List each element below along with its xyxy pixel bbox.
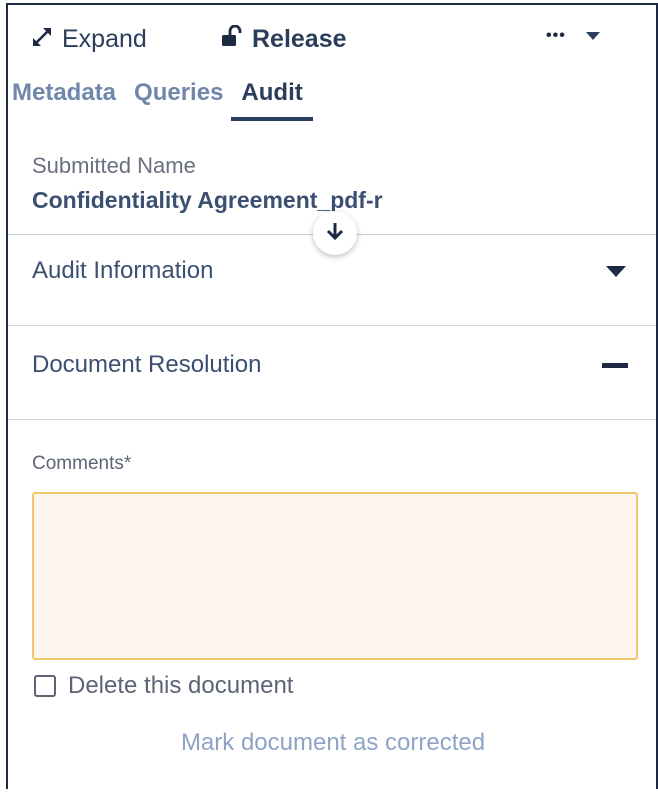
release-button[interactable]: Release: [220, 24, 347, 54]
section-title: Document Resolution: [32, 351, 262, 378]
expand-button[interactable]: Expand: [30, 25, 147, 54]
tab-metadata[interactable]: Metadata: [12, 79, 116, 121]
tab-bar: Metadata Queries Audit: [12, 79, 313, 121]
delete-document-checkbox[interactable]: [34, 675, 56, 697]
comments-label: Comments*: [32, 453, 132, 474]
caret-down-icon: [606, 265, 626, 277]
delete-document-option[interactable]: Delete this document: [34, 672, 293, 700]
section-title: Audit Information: [32, 257, 214, 284]
chevron-down-icon: [585, 32, 600, 40]
section-document-resolution[interactable]: Document Resolution: [32, 351, 628, 379]
mark-corrected-link[interactable]: Mark document as corrected: [8, 729, 656, 757]
divider: [8, 419, 656, 420]
more-dots-icon: •••: [546, 27, 566, 44]
release-label: Release: [252, 25, 347, 53]
divider: [8, 325, 656, 326]
submitted-name-block: Submitted Name Confidentiality Agreement…: [32, 153, 383, 214]
arrow-down-icon: [325, 220, 345, 247]
more-actions-menu[interactable]: •••: [546, 27, 600, 45]
unlock-icon: [220, 24, 244, 54]
delete-document-label: Delete this document: [68, 672, 294, 699]
collapse-minus-icon: [602, 362, 628, 368]
scroll-down-button[interactable]: [313, 211, 357, 255]
section-audit-information[interactable]: Audit Information: [32, 257, 628, 285]
tab-audit[interactable]: Audit: [231, 79, 313, 121]
submitted-name-label: Submitted Name: [32, 153, 196, 178]
audit-panel: Expand Release ••• Metadata Queries Audi…: [6, 3, 658, 789]
tab-queries[interactable]: Queries: [134, 79, 223, 121]
submitted-name-value: Confidentiality Agreement_pdf-r: [32, 187, 383, 213]
expand-label: Expand: [62, 25, 147, 53]
expand-arrows-icon: [30, 25, 54, 54]
toolbar: Expand Release •••: [8, 5, 656, 69]
comments-textarea[interactable]: [32, 492, 638, 660]
